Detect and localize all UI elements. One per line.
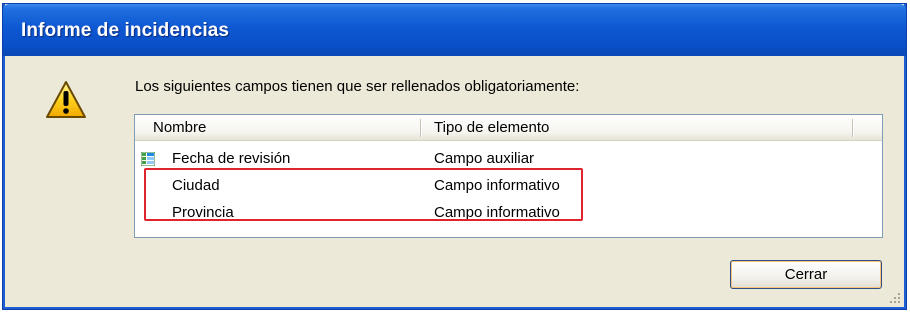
list-header: Nombre Tipo de elemento xyxy=(135,115,882,141)
column-divider[interactable] xyxy=(420,119,422,137)
column-header-nombre[interactable]: Nombre xyxy=(153,119,206,136)
close-button[interactable]: Cerrar xyxy=(730,260,882,289)
warning-icon xyxy=(46,81,86,118)
column-divider[interactable] xyxy=(852,119,854,137)
window-title: Informe de incidencias xyxy=(21,20,230,41)
highlight-box xyxy=(144,168,583,221)
title-bar[interactable]: Informe de incidencias xyxy=(3,4,906,56)
row-name: Fecha de revisión xyxy=(172,150,291,167)
row-type: Campo auxiliar xyxy=(434,150,535,167)
resize-grip-icon[interactable] xyxy=(889,292,901,304)
dialog-window: Informe de incidencias Los siguientes ca… xyxy=(3,4,906,309)
grid-field-icon xyxy=(141,152,155,166)
instruction-message: Los siguientes campos tienen que ser rel… xyxy=(135,78,580,95)
column-header-tipo[interactable]: Tipo de elemento xyxy=(434,119,549,136)
